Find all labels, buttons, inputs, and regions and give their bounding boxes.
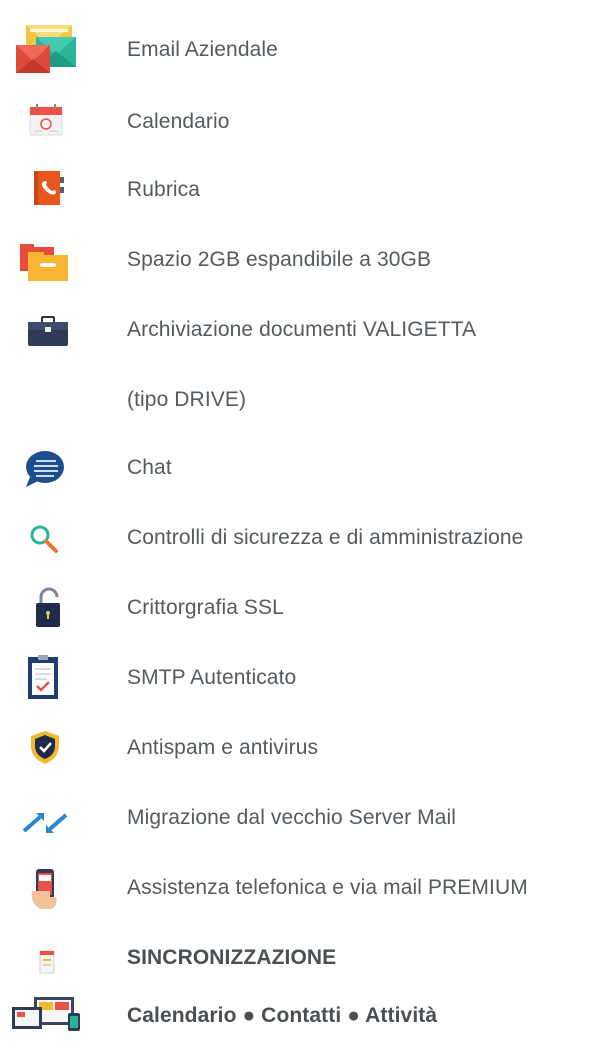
feature-label: Antispam e antivirus: [127, 736, 319, 759]
briefcase-icon: [12, 303, 82, 357]
shield-check-icon: [12, 721, 82, 775]
feature-archive: Archiviazione documenti VALIGETTA: [0, 295, 599, 365]
calendar-icon: [12, 95, 82, 149]
feature-label: Assistenza telefonica e via mail PREMIUM: [127, 876, 528, 899]
feature-label: Crittorgrafia SSL: [127, 596, 284, 619]
phone-hand-icon: [12, 861, 82, 915]
feature-label: SMTP Autenticato: [127, 666, 297, 689]
feature-ssl: Crittorgrafia SSL: [0, 573, 599, 643]
feature-migration: Migrazione dal vecchio Server Mail: [0, 783, 599, 853]
feature-security-checks: Controlli di sicurezza e di amministrazi…: [0, 503, 599, 573]
feature-label: Archiviazione documenti VALIGETTA: [127, 318, 477, 341]
feature-label: Rubrica: [127, 178, 201, 201]
padlock-icon: [12, 581, 82, 635]
feature-contacts: Rubrica: [0, 155, 599, 225]
clipboard-check-icon: [12, 651, 82, 705]
feature-support: Assistenza telefonica e via mail PREMIUM: [0, 853, 599, 923]
document-icon: [12, 931, 82, 985]
feature-email: Email Aziendale: [0, 15, 599, 85]
feature-label: Calendario: [127, 110, 230, 133]
feature-storage: Spazio 2GB espandibile a 30GB: [0, 225, 599, 295]
feature-label: Controlli di sicurezza e di amministrazi…: [127, 526, 524, 549]
feature-archive-subtitle: (tipo DRIVE): [0, 365, 599, 435]
feature-label: Migrazione dal vecchio Server Mail: [127, 806, 457, 829]
feature-list: Email Aziendale Calendario Rubrica Spazi…: [0, 0, 599, 1031]
feature-label: Calendario ● Contatti ● Attività: [127, 1004, 438, 1027]
feature-label: Email Aziendale: [127, 38, 278, 61]
feature-label: (tipo DRIVE): [127, 388, 247, 411]
magnifier-icon: [12, 511, 82, 565]
feature-sync-items: Calendario ● Contatti ● Attività: [0, 985, 599, 1031]
feature-chat: Chat: [0, 433, 599, 503]
feature-smtp: SMTP Autenticato: [0, 643, 599, 713]
migration-arrows-icon: [12, 791, 82, 845]
folders-icon: [12, 233, 82, 287]
email-envelopes-icon: [12, 23, 82, 77]
feature-label: Spazio 2GB espandibile a 30GB: [127, 248, 432, 271]
feature-label: Chat: [127, 456, 172, 479]
feature-antispam: Antispam e antivirus: [0, 713, 599, 783]
feature-calendar: Calendario: [0, 87, 599, 157]
address-book-icon: [12, 163, 82, 217]
sync-devices-icon: [12, 985, 82, 1031]
chat-bubble-icon: [12, 441, 82, 495]
